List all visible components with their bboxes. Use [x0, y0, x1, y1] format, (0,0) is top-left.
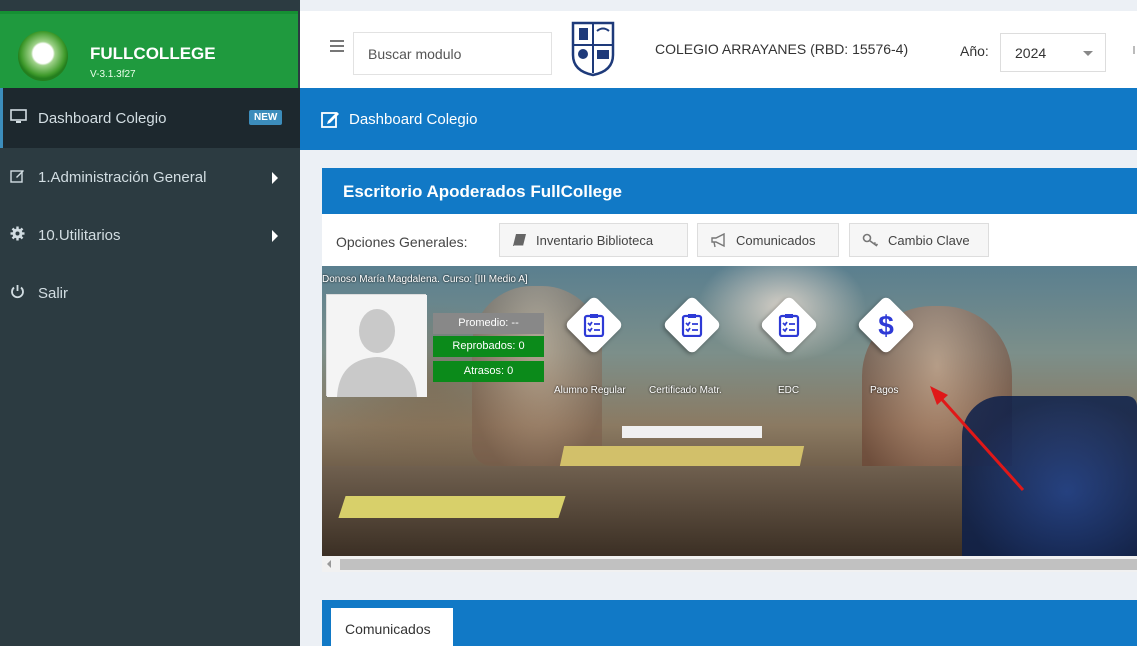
clipboard-check-icon — [681, 314, 703, 337]
brand-version: V-3.1.3f27 — [90, 69, 136, 80]
megaphone-icon — [711, 232, 725, 247]
year-select[interactable]: 2024 — [1000, 33, 1106, 72]
book-icon — [513, 233, 526, 246]
search-input[interactable]: Buscar modulo — [353, 32, 552, 75]
comunicados-button[interactable]: Comunicados — [697, 223, 839, 257]
sidebar-item-salir[interactable]: Salir — [0, 264, 300, 322]
breadcrumb[interactable]: Dashboard Colegio — [321, 110, 477, 128]
breadcrumb-bar: Dashboard Colegio — [300, 88, 1137, 150]
gear-icon — [10, 226, 32, 244]
tab-comunicados[interactable]: Comunicados — [331, 608, 453, 646]
tile-label: Pagos — [870, 385, 899, 396]
brand-logo — [18, 31, 68, 81]
power-icon — [10, 284, 32, 302]
atrasos-stat: Atrasos: 0 — [433, 361, 544, 382]
options-label: Opciones Generales: — [336, 234, 468, 250]
pagos-tile[interactable]: $ — [856, 295, 916, 355]
horizontal-scrollbar[interactable] — [322, 556, 1137, 572]
certificado-matr-tile[interactable] — [662, 295, 722, 355]
cambio-clave-button[interactable]: Cambio Clave — [849, 223, 989, 257]
school-name: COLEGIO ARRAYANES (RBD: 15576-4) — [655, 41, 909, 57]
tile-label: Alumno Regular — [554, 385, 626, 396]
sidebar-item-label: Salir — [38, 284, 69, 302]
top-header: Buscar modulo COLEGIO ARRAYANES (RBD: 15… — [300, 11, 1137, 88]
tile-label: Certificado Matr. — [649, 385, 722, 396]
inventario-biblioteca-button[interactable]: Inventario Biblioteca — [499, 223, 688, 257]
student-info: Donoso María Magdalena. Curso: [III Medi… — [322, 274, 528, 285]
clipboard-check-icon — [583, 314, 605, 337]
option-label: Inventario Biblioteca — [536, 232, 654, 248]
sidebar: FULLCOLLEGE V-3.1.3f27 Dashboard Colegio… — [0, 0, 300, 646]
year-label: Año: — [960, 43, 989, 59]
sidebar-item-dashboard[interactable]: Dashboard Colegio NEW — [0, 88, 300, 148]
avatar — [326, 294, 427, 397]
edit-icon — [10, 168, 32, 186]
reprobados-stat: Reprobados: 0 — [433, 336, 544, 357]
monitor-icon — [10, 109, 32, 127]
option-label: Comunicados — [736, 232, 816, 248]
sidebar-item-label: Dashboard Colegio — [38, 109, 167, 127]
scroll-left-icon[interactable] — [327, 560, 331, 568]
caret-right-icon — [272, 230, 278, 242]
sidebar-item-administracion[interactable]: 1.Administración General — [0, 148, 300, 206]
background-photo-book — [559, 446, 805, 466]
scrollbar-thumb[interactable] — [340, 559, 1137, 570]
brand-name: FULLCOLLEGE — [90, 44, 216, 63]
new-badge: NEW — [249, 110, 283, 125]
sidebar-item-utilitarios[interactable]: 10.Utilitarios — [0, 206, 300, 264]
clipboard-check-icon — [778, 314, 800, 337]
brand-header[interactable]: FULLCOLLEGE V-3.1.3f27 — [0, 11, 298, 88]
dollar-icon: $ — [878, 310, 894, 340]
hamburger-menu-icon[interactable] — [330, 40, 344, 55]
background-photo-book — [338, 496, 566, 518]
dashboard-hero: Donoso María Magdalena. Curso: [III Medi… — [322, 266, 1137, 556]
edc-tile[interactable] — [759, 295, 819, 355]
breadcrumb-label: Dashboard Colegio — [349, 110, 478, 128]
scroll-indicator — [1133, 46, 1135, 54]
red-arrow-annotation — [930, 386, 1025, 492]
promedio-stat: Promedio: -- — [433, 313, 544, 334]
alumno-regular-tile[interactable] — [564, 295, 624, 355]
panel-title: Escritorio Apoderados FullCollege — [322, 168, 1137, 214]
edit-icon — [321, 110, 341, 128]
sidebar-item-label: 10.Utilitarios — [38, 226, 121, 244]
options-bar: Opciones Generales: Inventario Bibliotec… — [322, 214, 1137, 266]
background-photo-book — [622, 426, 762, 438]
key-icon — [862, 233, 879, 247]
caret-right-icon — [272, 172, 278, 184]
sidebar-menu: Dashboard Colegio NEW 1.Administración G… — [0, 88, 300, 322]
tile-label: EDC — [778, 385, 800, 396]
school-crest-logo — [571, 21, 615, 77]
svg-text:$: $ — [878, 310, 894, 340]
chevron-down-icon — [1083, 51, 1093, 56]
year-value: 2024 — [1015, 45, 1047, 61]
sidebar-item-label: 1.Administración General — [38, 168, 207, 186]
option-label: Cambio Clave — [888, 232, 970, 248]
